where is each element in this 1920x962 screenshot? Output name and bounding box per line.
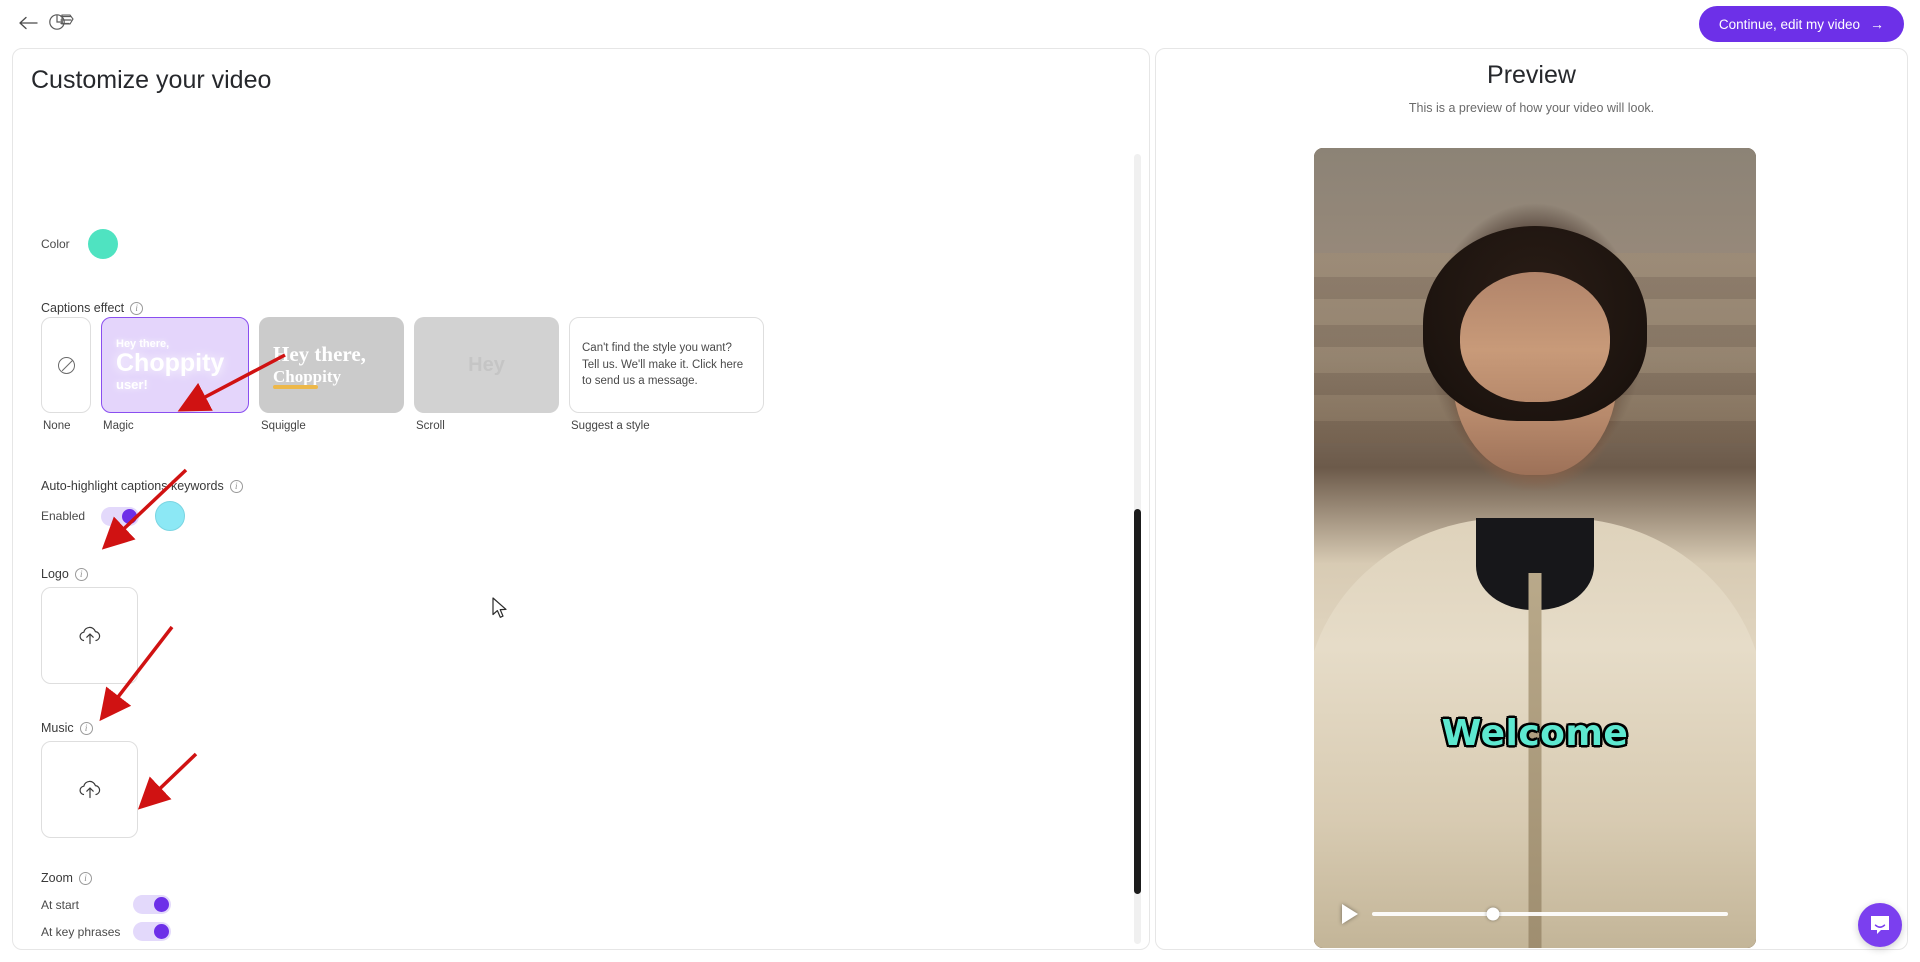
info-icon-captions-effect[interactable]: i	[130, 301, 144, 315]
zoom-at-start-toggle[interactable]	[133, 895, 171, 914]
top-continue-edit-video-button[interactable]: Continue, edit my video →	[1698, 6, 1904, 42]
video-subject-hair	[1423, 226, 1647, 421]
color-swatch[interactable]	[87, 229, 118, 259]
effect-label-scroll: Scroll	[416, 420, 445, 432]
play-icon[interactable]	[1342, 904, 1358, 924]
cloud-upload-icon	[79, 626, 100, 644]
customize-panel: Customize your video Color Captions effe…	[12, 48, 1150, 950]
magic-preview-line2: Choppity	[116, 349, 225, 378]
zoom-row-at-key-phrases: At key phrases	[41, 918, 171, 945]
effect-card-magic[interactable]: Hey there, Choppity user!	[101, 317, 249, 413]
zoom-section-label: Zoom i	[41, 871, 92, 885]
back-arrow-glyph	[19, 16, 38, 30]
cloud-upload-icon	[79, 780, 100, 798]
effect-option-squiggle[interactable]: Hey there, Choppity Squiggle	[259, 317, 404, 432]
toggle-knob	[122, 508, 138, 524]
preview-panel: Preview This is a preview of how your vi…	[1155, 48, 1908, 950]
zoom-at-key-phrases-label: At key phrases	[41, 924, 121, 939]
music-label-text: Music	[41, 721, 74, 735]
intercom-chat-button[interactable]	[1858, 903, 1902, 947]
effect-option-scroll[interactable]: Hey Scroll	[414, 317, 559, 432]
zoom-at-start-label: At start	[41, 897, 80, 912]
effect-label-suggest: Suggest a style	[571, 420, 650, 432]
zoom-label-text: Zoom	[41, 871, 73, 885]
chat-bubble-icon	[1871, 916, 1889, 934]
logo-label-text: Logo	[41, 567, 69, 581]
back-arrow-icon[interactable]	[16, 10, 42, 36]
color-label: Color	[41, 237, 70, 251]
info-icon-logo[interactable]: i	[74, 567, 88, 581]
video-progress-slider[interactable]	[1372, 907, 1728, 921]
squiggle-preview-line2-text: Choppity	[273, 366, 342, 386]
info-icon-music[interactable]: i	[79, 721, 93, 735]
captions-effect-options: None Hey there, Choppity user! Magic Hey…	[41, 317, 764, 432]
toggle-knob	[154, 924, 169, 939]
zoom-rows: At start At key phrases	[41, 891, 171, 945]
video-caption-text: Welcome	[1441, 713, 1629, 754]
preview-subtitle: This is a preview of how your video will…	[1408, 101, 1655, 115]
effect-option-none[interactable]: None	[41, 317, 91, 432]
brand-logo-glyph	[49, 14, 74, 30]
toggle-knob	[154, 897, 169, 912]
scrollbar-thumb[interactable]	[1134, 509, 1141, 894]
auto-highlight-section-label: Auto-highlight captions keywords i	[41, 479, 243, 493]
captions-effect-label-text: Captions effect	[41, 301, 125, 315]
info-icon-auto-highlight[interactable]: i	[229, 479, 243, 493]
progress-handle[interactable]	[1486, 907, 1500, 921]
effect-label-magic: Magic	[103, 420, 134, 432]
logo-section-label: Logo i	[41, 567, 88, 581]
brand-logo-icon[interactable]	[46, 10, 76, 36]
keyword-color-swatch[interactable]	[155, 501, 186, 531]
color-row: Color	[41, 229, 118, 259]
magic-preview-line3: user!	[116, 376, 148, 392]
captions-effect-section-label: Captions effect i	[41, 301, 144, 315]
zoom-row-at-start: At start	[41, 891, 171, 918]
auto-highlight-controls: Enabled	[41, 501, 186, 531]
top-bar: Continue, edit my video →	[0, 0, 1920, 48]
logo-upload-box[interactable]	[41, 587, 138, 684]
suggest-style-text: Can't find the style you want? Tell us. …	[582, 341, 744, 388]
auto-highlight-toggle[interactable]	[101, 506, 140, 526]
preview-title: Preview	[1487, 61, 1576, 89]
effect-option-magic[interactable]: Hey there, Choppity user! Magic	[101, 317, 249, 432]
effect-label-none: None	[43, 420, 71, 432]
auto-highlight-toggle-label: Enabled	[41, 509, 86, 523]
video-player-controls	[1328, 894, 1742, 934]
squiggle-underline-icon	[273, 385, 318, 389]
top-cta-label: Continue, edit my video	[1718, 16, 1860, 32]
auto-highlight-label-text: Auto-highlight captions keywords	[41, 479, 224, 493]
effect-label-squiggle: Squiggle	[261, 420, 306, 432]
effect-option-suggest[interactable]: Can't find the style you want? Tell us. …	[569, 317, 764, 432]
zoom-at-key-phrases-toggle[interactable]	[133, 922, 171, 941]
video-preview[interactable]: Welcome	[1314, 148, 1756, 948]
effect-card-scroll[interactable]: Hey	[414, 317, 559, 413]
suggest-style-card[interactable]: Can't find the style you want? Tell us. …	[569, 317, 764, 413]
music-upload-box[interactable]	[41, 741, 138, 838]
scroll-preview-text: Hey	[468, 353, 505, 376]
arrow-right-icon: →	[1870, 16, 1884, 32]
effect-card-squiggle[interactable]: Hey there, Choppity	[259, 317, 404, 413]
squiggle-preview-line2: Choppity	[273, 366, 342, 389]
squiggle-preview-line1: Hey there,	[273, 342, 366, 367]
music-section-label: Music i	[41, 721, 93, 735]
effect-card-none[interactable]	[41, 317, 91, 413]
info-icon-zoom[interactable]: i	[78, 871, 92, 885]
customize-scroll-area: Color Captions effect i None Hey there, …	[13, 109, 1149, 949]
no-effect-icon	[57, 356, 75, 374]
page-title: Customize your video	[31, 66, 272, 94]
